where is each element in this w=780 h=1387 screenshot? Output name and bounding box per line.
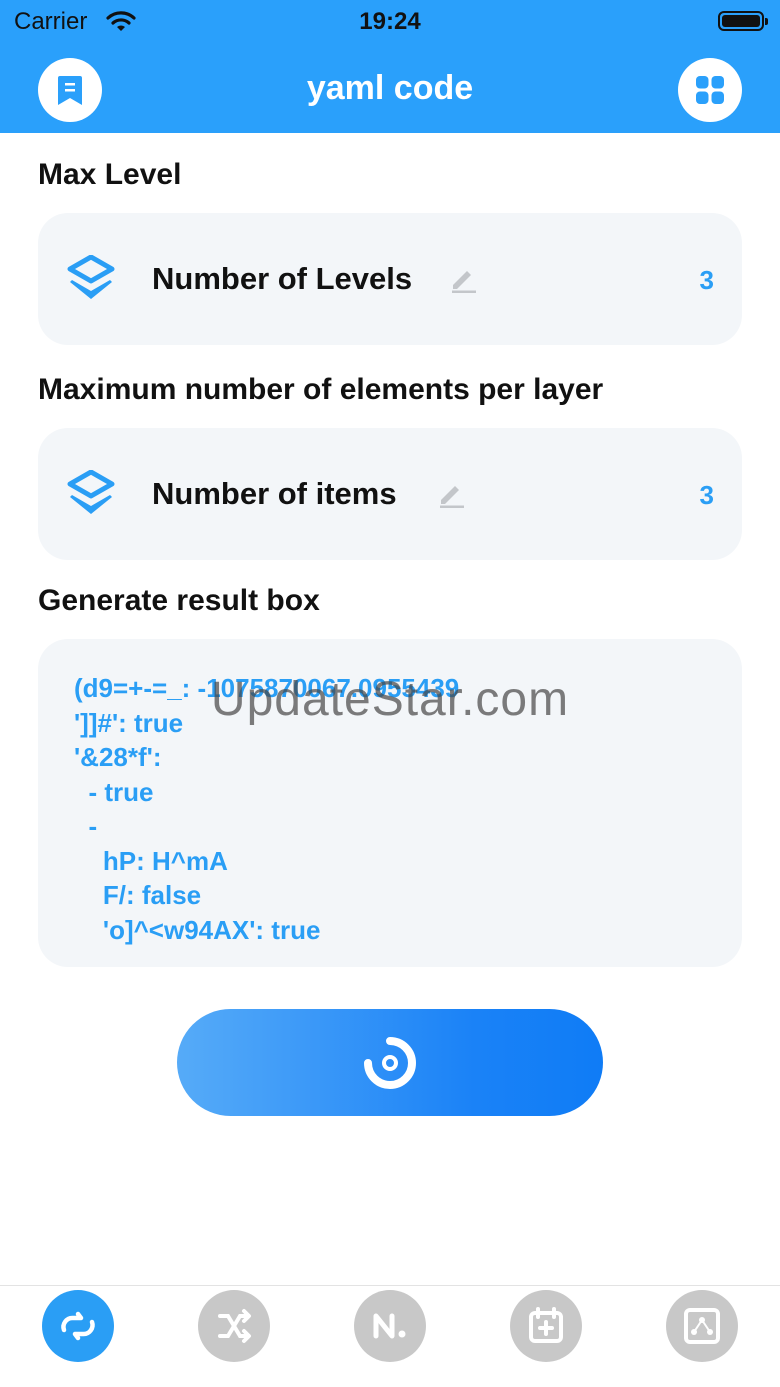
layers-icon bbox=[67, 470, 115, 514]
nav-bar: yaml code bbox=[0, 44, 780, 133]
network-icon bbox=[684, 1308, 720, 1344]
max-level-title: Max Level bbox=[38, 158, 182, 191]
number-of-items-value: 3 bbox=[699, 480, 714, 510]
tab-network[interactable] bbox=[666, 1290, 738, 1362]
tab-n-logo[interactable] bbox=[354, 1290, 426, 1362]
number-of-levels-row[interactable]: Number of Levels 3 bbox=[38, 213, 742, 345]
generate-button[interactable] bbox=[177, 1009, 603, 1116]
battery-icon bbox=[718, 11, 768, 31]
watermark: UpdateStar.com bbox=[210, 673, 570, 726]
convert-icon bbox=[61, 1311, 95, 1341]
calendar-add-icon bbox=[529, 1307, 563, 1343]
tab-convert[interactable] bbox=[42, 1290, 114, 1362]
refresh-ring-icon bbox=[364, 1037, 416, 1089]
max-elements-title: Maximum number of elements per layer bbox=[38, 373, 604, 406]
tab-bar bbox=[0, 1285, 780, 1387]
grid-icon bbox=[696, 76, 724, 104]
shuffle-icon bbox=[218, 1309, 251, 1343]
tab-shuffle[interactable] bbox=[198, 1290, 270, 1362]
n-logo-icon bbox=[373, 1313, 406, 1339]
layers-icon bbox=[67, 255, 115, 299]
result-title: Generate result box bbox=[38, 584, 320, 617]
grid-menu-button[interactable] bbox=[678, 58, 742, 122]
clock: 19:24 bbox=[359, 8, 421, 35]
number-of-items-label: Number of items bbox=[152, 476, 397, 511]
page-title: yaml code bbox=[306, 69, 474, 107]
number-of-levels-label: Number of Levels bbox=[152, 261, 413, 296]
edit-pencil-icon[interactable] bbox=[450, 265, 478, 293]
edit-pencil-icon[interactable] bbox=[438, 480, 466, 508]
number-of-items-row[interactable]: Number of items 3 bbox=[38, 428, 742, 560]
status-bar: Carrier 19:24 bbox=[0, 0, 780, 44]
number-of-levels-value: 3 bbox=[699, 265, 714, 295]
tab-calendar-add[interactable] bbox=[510, 1290, 582, 1362]
